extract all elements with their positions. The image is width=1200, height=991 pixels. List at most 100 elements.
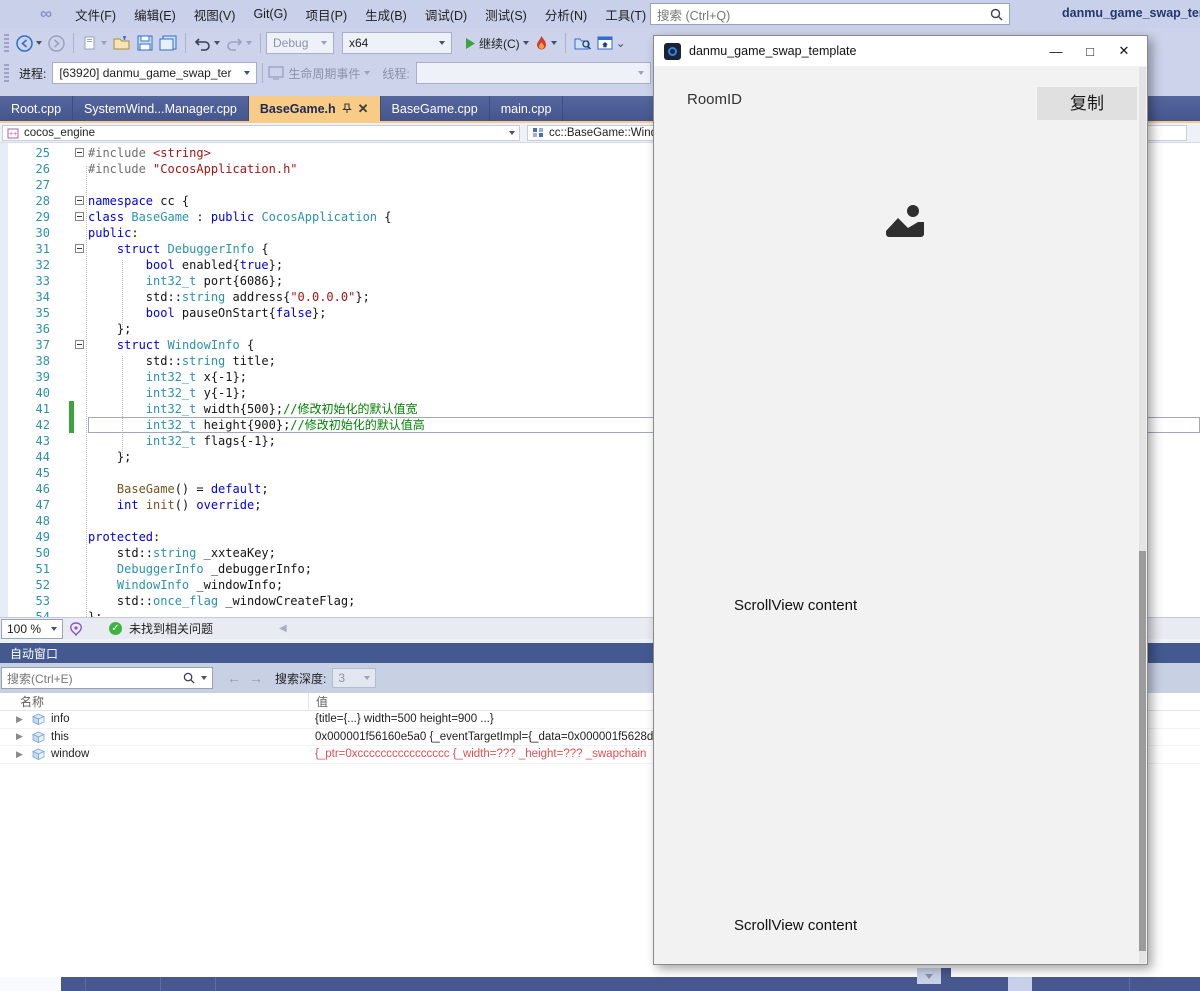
fold-margin[interactable] bbox=[74, 385, 88, 401]
fold-margin[interactable] bbox=[74, 577, 88, 593]
hot-reload-caret[interactable] bbox=[551, 41, 557, 45]
menu-item[interactable]: Git(G) bbox=[244, 2, 296, 26]
continue-debug-button[interactable]: 继续(C) bbox=[462, 31, 532, 55]
menu-item[interactable]: 视图(V) bbox=[185, 0, 245, 29]
continue-caret[interactable] bbox=[523, 41, 529, 45]
copy-button[interactable]: 复制 bbox=[1037, 87, 1137, 120]
document-tab[interactable]: BaseGame.h✕ bbox=[249, 96, 381, 121]
fold-margin[interactable] bbox=[74, 609, 88, 617]
home-window-button[interactable]: ⌄ bbox=[594, 31, 629, 55]
thread-select[interactable] bbox=[416, 62, 651, 84]
code-line[interactable]: 34 std::string address{"0.0.0.0"}; bbox=[0, 289, 370, 305]
hot-reload-button[interactable] bbox=[532, 31, 560, 55]
fold-margin[interactable] bbox=[74, 561, 88, 577]
collapse-icon[interactable] bbox=[75, 244, 84, 253]
search-next-arrow[interactable]: → bbox=[249, 670, 263, 686]
code-line[interactable]: 47 int init() override; bbox=[0, 497, 261, 513]
code-line[interactable]: 25#include <string> bbox=[0, 145, 211, 161]
menu-item[interactable]: 文件(F) bbox=[66, 0, 125, 29]
fold-margin[interactable] bbox=[74, 257, 88, 273]
fold-margin[interactable] bbox=[74, 497, 88, 513]
code-line[interactable]: 37 struct WindowInfo { bbox=[0, 337, 254, 353]
document-tab[interactable]: main.cpp bbox=[490, 96, 564, 121]
fold-margin[interactable] bbox=[74, 209, 88, 225]
code-line[interactable]: 43 int32_t flags{-1}; bbox=[0, 433, 276, 449]
code-line[interactable]: 41 int32_t width{500};//修改初始化的默认值宽 bbox=[0, 401, 418, 417]
fold-margin[interactable] bbox=[74, 337, 88, 353]
navigate-back-button[interactable] bbox=[13, 31, 45, 55]
app-titlebar[interactable]: danmu_game_swap_template — □ ✕ bbox=[654, 36, 1147, 66]
app-scrollbar-track[interactable] bbox=[1139, 67, 1146, 963]
undo-button[interactable] bbox=[191, 31, 223, 55]
pin-icon[interactable] bbox=[342, 103, 352, 114]
collapse-icon[interactable] bbox=[75, 212, 84, 221]
process-select[interactable]: [63920] danmu_game_swap_ter bbox=[52, 62, 257, 84]
code-line[interactable]: 35 bool pauseOnStart{false}; bbox=[0, 305, 326, 321]
fold-margin[interactable] bbox=[74, 513, 88, 529]
collapse-icon[interactable] bbox=[75, 340, 84, 349]
fold-margin[interactable] bbox=[74, 193, 88, 209]
scrollbar-down-button[interactable] bbox=[917, 968, 941, 984]
configuration-select[interactable]: Debug bbox=[266, 32, 334, 54]
fold-margin[interactable] bbox=[74, 545, 88, 561]
code-line[interactable]: 46 BaseGame() = default; bbox=[0, 481, 269, 497]
menu-item[interactable]: 生成(B) bbox=[356, 0, 416, 29]
fold-margin[interactable] bbox=[74, 529, 88, 545]
quick-search-input[interactable]: 搜索 (Ctrl+Q) bbox=[650, 3, 1010, 25]
fold-margin[interactable] bbox=[74, 433, 88, 449]
lifecycle-label[interactable]: 生命周期事件 bbox=[288, 65, 360, 82]
fold-margin[interactable] bbox=[74, 273, 88, 289]
fold-margin[interactable] bbox=[74, 593, 88, 609]
code-line[interactable]: 36 }; bbox=[0, 321, 131, 337]
code-line[interactable]: 33 int32_t port{6086}; bbox=[0, 273, 283, 289]
code-line[interactable]: 31 struct DebuggerInfo { bbox=[0, 241, 269, 257]
menu-item[interactable]: 项目(P) bbox=[296, 0, 356, 29]
minimize-button[interactable]: — bbox=[1039, 44, 1073, 59]
code-line[interactable]: 28namespace cc { bbox=[0, 193, 189, 209]
menu-item[interactable]: 编辑(E) bbox=[125, 0, 185, 29]
fold-margin[interactable] bbox=[74, 321, 88, 337]
back-dropdown-caret[interactable] bbox=[36, 41, 42, 45]
code-line[interactable]: 39 int32_t x{-1}; bbox=[0, 369, 247, 385]
code-line[interactable]: 50 std::string _xxteaKey; bbox=[0, 545, 276, 561]
fold-margin[interactable] bbox=[74, 305, 88, 321]
fold-margin[interactable] bbox=[74, 353, 88, 369]
open-file-button[interactable] bbox=[110, 31, 134, 55]
fold-margin[interactable] bbox=[74, 369, 88, 385]
app-scrollbar-thumb[interactable] bbox=[1139, 551, 1146, 951]
code-line[interactable]: 32 bool enabled{true}; bbox=[0, 257, 283, 273]
code-line[interactable]: 42 int32_t height{900};//修改初始化的默认值高 bbox=[0, 417, 425, 433]
code-line[interactable]: 26#include "CocosApplication.h" bbox=[0, 161, 298, 177]
close-button[interactable]: ✕ bbox=[1107, 43, 1141, 59]
fold-margin[interactable] bbox=[74, 465, 88, 481]
menu-item[interactable]: 工具(T) bbox=[596, 0, 655, 29]
undo-caret[interactable] bbox=[214, 41, 220, 45]
code-line[interactable]: 54}; bbox=[0, 609, 102, 617]
collapse-icon[interactable] bbox=[75, 196, 84, 205]
code-line[interactable]: 48 bbox=[0, 513, 88, 529]
expander-icon[interactable]: ▶ bbox=[16, 714, 26, 725]
autos-search-input[interactable]: 搜索(Ctrl+E) bbox=[1, 667, 213, 689]
column-name[interactable]: 名称 bbox=[0, 693, 308, 710]
menu-item[interactable]: 测试(S) bbox=[476, 0, 536, 29]
collapse-icon[interactable] bbox=[75, 148, 84, 157]
close-tab-icon[interactable]: ✕ bbox=[358, 102, 369, 115]
save-all-button[interactable] bbox=[156, 31, 180, 55]
redo-caret[interactable] bbox=[246, 41, 252, 45]
navigate-forward-button[interactable] bbox=[45, 31, 68, 55]
search-depth-select[interactable]: 3 bbox=[332, 668, 376, 688]
feedback-icon[interactable] bbox=[69, 622, 83, 636]
search-prev-arrow[interactable]: ← bbox=[227, 670, 241, 686]
code-line[interactable]: 30public: bbox=[0, 225, 139, 241]
menu-item[interactable]: 调试(D) bbox=[416, 0, 476, 29]
new-item-caret[interactable] bbox=[101, 41, 107, 45]
fold-margin[interactable] bbox=[74, 417, 88, 433]
maximize-button[interactable]: □ bbox=[1073, 44, 1107, 59]
code-line[interactable]: 45 bbox=[0, 465, 88, 481]
search-options-caret[interactable] bbox=[201, 676, 207, 680]
code-line[interactable]: 29class BaseGame : public CocosApplicati… bbox=[0, 209, 391, 225]
menu-item[interactable]: 分析(N) bbox=[536, 0, 596, 29]
document-tab[interactable]: Root.cpp bbox=[0, 96, 73, 121]
fold-margin[interactable] bbox=[74, 225, 88, 241]
fold-margin[interactable] bbox=[74, 401, 88, 417]
